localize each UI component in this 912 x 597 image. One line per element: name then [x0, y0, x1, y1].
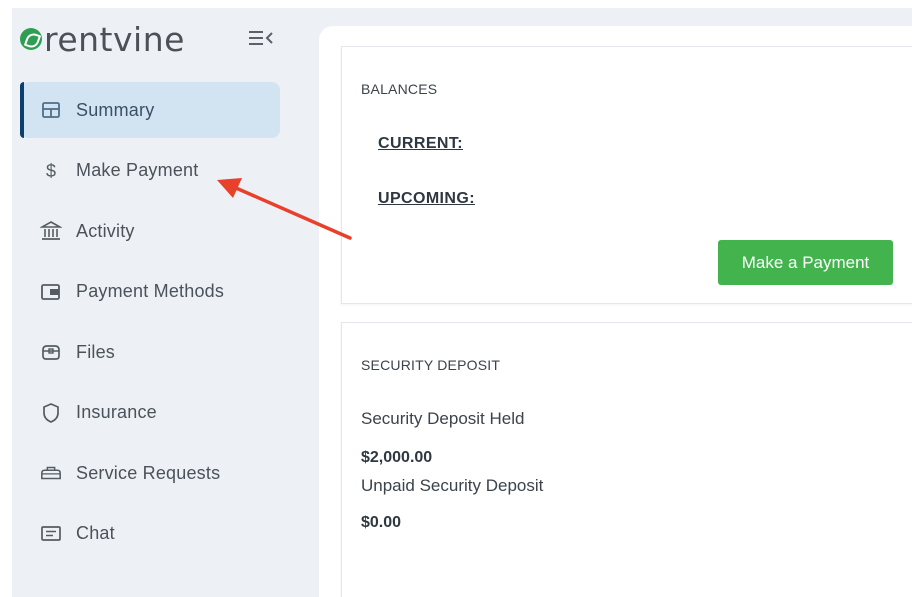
sidebar-item-files[interactable]: Files: [20, 324, 280, 380]
leaf-logo-icon: [20, 28, 42, 50]
balances-card: BALANCES CURRENT: UPCOMING: Make a Payme…: [341, 46, 912, 304]
sidebar-item-payment-methods[interactable]: Payment Methods: [20, 264, 280, 320]
make-a-payment-button[interactable]: Make a Payment: [718, 240, 893, 285]
balances-title: BALANCES: [361, 81, 438, 97]
collapse-menu-icon: [249, 31, 273, 45]
folder-icon: [40, 341, 62, 363]
sidebar-item-label: Chat: [76, 523, 115, 543]
sidebar: rentvine Summary $ Make Payment Activity…: [12, 8, 312, 597]
brand-logo: rentvine: [20, 22, 185, 56]
brand-name: rentvine: [44, 19, 185, 59]
bank-icon: [40, 220, 62, 242]
deposit-held-label: Security Deposit Held: [361, 409, 525, 428]
collapse-sidebar-button[interactable]: [246, 25, 276, 51]
security-deposit-card: SECURITY DEPOSIT Security Deposit Held $…: [341, 322, 912, 597]
unpaid-deposit-value: $0.00: [361, 514, 402, 531]
sidebar-item-label: Make Payment: [76, 160, 199, 180]
deposit-held-value: $2,000.00: [361, 449, 433, 466]
sidebar-item-label: Payment Methods: [76, 281, 225, 301]
svg-text:$: $: [46, 161, 56, 181]
sidebar-item-activity[interactable]: Activity: [20, 203, 280, 259]
unpaid-deposit-label: Unpaid Security Deposit: [361, 476, 544, 495]
sidebar-item-service-requests[interactable]: Service Requests: [20, 445, 280, 501]
sidebar-item-label: Service Requests: [76, 462, 221, 483]
sidebar-item-chat[interactable]: Chat: [20, 506, 280, 562]
sidebar-item-label: Summary: [76, 99, 155, 120]
sidebar-item-label: Files: [76, 341, 116, 362]
sidebar-nav: Summary $ Make Payment Activity Payment …: [20, 82, 280, 566]
toolbox-icon: [40, 462, 62, 484]
sidebar-item-label: Insurance: [76, 402, 157, 422]
chat-icon: [40, 523, 62, 545]
wallet-icon: [40, 281, 62, 303]
sidebar-item-insurance[interactable]: Insurance: [20, 385, 280, 441]
layout-icon: [40, 99, 62, 121]
shield-icon: [40, 402, 62, 424]
upcoming-balance-label: UPCOMING:: [378, 190, 475, 207]
sidebar-item-make-payment[interactable]: $ Make Payment: [20, 143, 280, 199]
app-window: rentvine Summary $ Make Payment Activity…: [12, 8, 912, 597]
main-content: BALANCES CURRENT: UPCOMING: Make a Payme…: [319, 26, 912, 597]
current-balance-label: CURRENT:: [378, 135, 463, 152]
dollar-icon: $: [40, 160, 62, 182]
sidebar-item-label: Activity: [76, 220, 135, 241]
security-deposit-title: SECURITY DEPOSIT: [361, 357, 501, 373]
sidebar-item-summary[interactable]: Summary: [20, 82, 280, 138]
